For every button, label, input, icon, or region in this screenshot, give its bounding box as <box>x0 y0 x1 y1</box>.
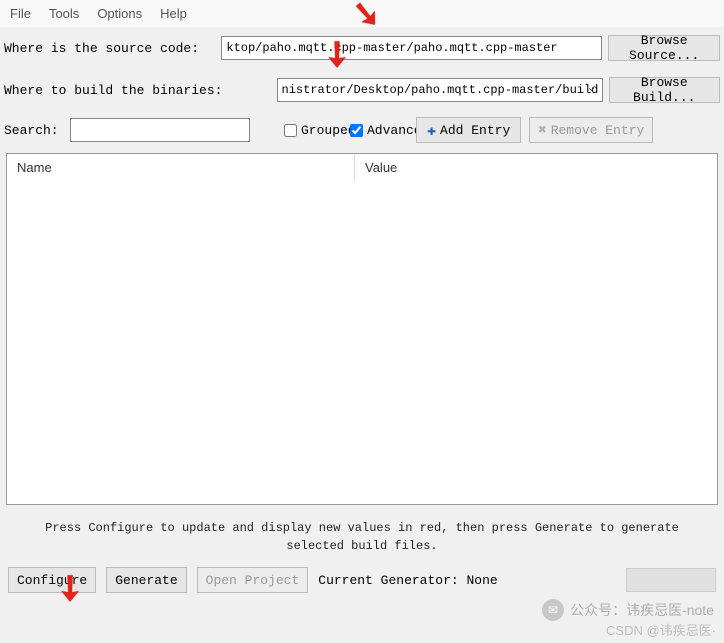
grouped-checkbox[interactable] <box>284 123 297 138</box>
plus-icon: ✚ <box>427 121 436 140</box>
menu-help[interactable]: Help <box>160 6 187 21</box>
generate-button[interactable]: Generate <box>106 567 186 593</box>
build-row: Where to build the binaries: Browse Buil… <box>0 69 724 111</box>
add-entry-button[interactable]: ✚ Add Entry <box>416 117 521 143</box>
source-input[interactable] <box>221 36 602 60</box>
add-entry-label: Add Entry <box>440 123 510 138</box>
source-label: Where is the source code: <box>4 41 215 56</box>
wechat-icon: ✉ <box>542 599 564 621</box>
search-input[interactable] <box>70 118 250 142</box>
table-header: Name Value <box>7 154 717 182</box>
grouped-checkbox-wrap[interactable]: Grouped <box>284 123 342 138</box>
watermark-text-1: 公众号：讳疾忌医-note <box>570 600 714 620</box>
browse-build-button[interactable]: Browse Build... <box>609 77 720 103</box>
menu-file[interactable]: File <box>10 6 31 21</box>
advanced-checkbox[interactable] <box>350 123 363 138</box>
search-label: Search: <box>4 123 62 138</box>
bottom-toolbar: Configure Generate Open Project Current … <box>0 561 724 599</box>
source-row: Where is the source code: Browse Source.… <box>0 27 724 69</box>
progress-bar <box>626 568 716 592</box>
menu-tools[interactable]: Tools <box>49 6 79 21</box>
configure-button[interactable]: Configure <box>8 567 96 593</box>
watermark-csdn: CSDN @讳疾忌医· <box>606 620 716 639</box>
browse-source-button[interactable]: Browse Source... <box>608 35 720 61</box>
column-header-value[interactable]: Value <box>355 154 717 181</box>
properties-table: Name Value <box>6 153 718 505</box>
grouped-label: Grouped <box>301 123 356 138</box>
x-icon: ✖ <box>538 122 546 139</box>
remove-entry-button: ✖ Remove Entry <box>529 117 653 143</box>
current-generator-label: Current Generator: None <box>318 573 497 588</box>
watermark: ✉ 公众号：讳疾忌医-note <box>542 599 714 621</box>
build-label: Where to build the binaries: <box>4 83 271 98</box>
menubar: File Tools Options Help <box>0 0 724 27</box>
build-input[interactable] <box>277 78 603 102</box>
advanced-checkbox-wrap[interactable]: Advanced <box>350 123 408 138</box>
remove-entry-label: Remove Entry <box>551 123 645 138</box>
hint-text: Press Configure to update and display ne… <box>0 509 724 561</box>
table-body[interactable] <box>7 182 717 504</box>
search-row: Search: Grouped Advanced ✚ Add Entry ✖ R… <box>0 111 724 149</box>
column-header-name[interactable]: Name <box>7 154 355 181</box>
menu-options[interactable]: Options <box>97 6 142 21</box>
open-project-button: Open Project <box>197 567 309 593</box>
